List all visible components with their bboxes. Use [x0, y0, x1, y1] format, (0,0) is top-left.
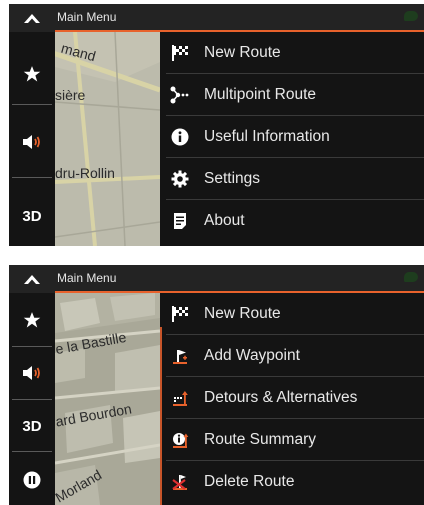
map-street-label: dru-Rollin	[55, 165, 115, 181]
menu-item-label: Add Waypoint	[204, 347, 300, 364]
sidebar: 3D	[9, 293, 55, 505]
view-mode-button[interactable]: 3D	[9, 196, 55, 236]
delete-route-icon	[170, 472, 190, 492]
screen-title: Main Menu	[57, 10, 117, 24]
sidebar-divider	[12, 399, 52, 400]
chevron-up-icon	[24, 14, 40, 23]
map-preview[interactable]: e la Bastille ard Bourdon Morland	[55, 293, 160, 505]
sound-button[interactable]	[9, 353, 55, 393]
menu-item-multipoint-route[interactable]: Multipoint Route	[160, 74, 424, 116]
pause-icon	[23, 471, 41, 489]
main-menu-screen: Main Menu 3D mand sière dru-Rollin New R…	[9, 4, 424, 246]
top-bar: Main Menu	[9, 265, 424, 293]
document-icon	[170, 211, 190, 231]
speaker-icon	[23, 135, 40, 149]
gear-icon	[170, 169, 190, 189]
sidebar-divider	[12, 177, 52, 178]
menu-item-label: Route Summary	[204, 431, 316, 448]
menu-item-label: Detours & Alternatives	[204, 389, 358, 406]
pause-button[interactable]	[9, 460, 55, 500]
menu-item-label: New Route	[204, 44, 281, 61]
sidebar-divider	[12, 104, 52, 105]
route-summary-icon	[170, 430, 190, 450]
menu-item-route-summary[interactable]: Route Summary	[160, 419, 424, 461]
menu-item-label: Multipoint Route	[204, 86, 317, 103]
info-icon	[170, 127, 190, 147]
checkered-flag-icon	[170, 43, 190, 63]
chevron-up-icon	[24, 275, 40, 284]
menu-item-label: Useful Information	[204, 128, 330, 145]
menu-item-about[interactable]: About	[160, 200, 424, 242]
view-mode-button[interactable]: 3D	[9, 406, 55, 446]
menu-item-detours-alternatives[interactable]: Detours & Alternatives	[160, 377, 424, 419]
menu-item-label: New Route	[204, 305, 281, 322]
menu-item-useful-information[interactable]: Useful Information	[160, 116, 424, 158]
menu-item-new-route[interactable]: New Route	[160, 293, 424, 335]
sidebar: 3D	[9, 32, 55, 246]
star-icon	[23, 66, 41, 82]
menu-item-delete-route[interactable]: Delete Route	[160, 461, 424, 503]
screen-title: Main Menu	[57, 271, 117, 285]
multipoint-icon	[170, 85, 190, 105]
menu-item-label: Delete Route	[204, 473, 295, 490]
favorites-button[interactable]	[9, 300, 55, 340]
sidebar-divider	[12, 346, 52, 347]
top-bar: Main Menu	[9, 4, 424, 32]
menu-list: New Route Multipoint Route Useful Inform…	[160, 32, 424, 246]
menu-list: New Route Add Waypoint Detours & Alterna…	[160, 293, 424, 505]
detours-icon	[170, 388, 190, 408]
star-icon	[23, 312, 41, 328]
checkered-flag-icon	[170, 304, 190, 324]
map-roads	[55, 32, 160, 246]
menu-item-new-route[interactable]: New Route	[160, 32, 424, 74]
menu-item-add-waypoint[interactable]: Add Waypoint	[160, 335, 424, 377]
add-waypoint-icon	[170, 346, 190, 366]
map-preview[interactable]: mand sière dru-Rollin	[55, 32, 160, 246]
route-menu-screen: Main Menu 3D e la Bastille ard Bourdon M…	[9, 265, 424, 505]
sidebar-divider	[12, 451, 52, 452]
status-indicator-icon	[404, 11, 418, 21]
map-street-label: sière	[55, 87, 86, 103]
favorites-button[interactable]	[9, 54, 55, 94]
sound-button[interactable]	[9, 122, 55, 162]
collapse-up-button[interactable]	[9, 265, 55, 293]
menu-item-settings[interactable]: Settings	[160, 158, 424, 200]
map-buildings	[55, 293, 160, 505]
status-indicator-icon	[404, 272, 418, 282]
collapse-up-button[interactable]	[9, 4, 55, 32]
menu-item-label: Settings	[204, 170, 261, 187]
speaker-icon	[23, 366, 40, 380]
menu-item-label: About	[204, 212, 245, 229]
